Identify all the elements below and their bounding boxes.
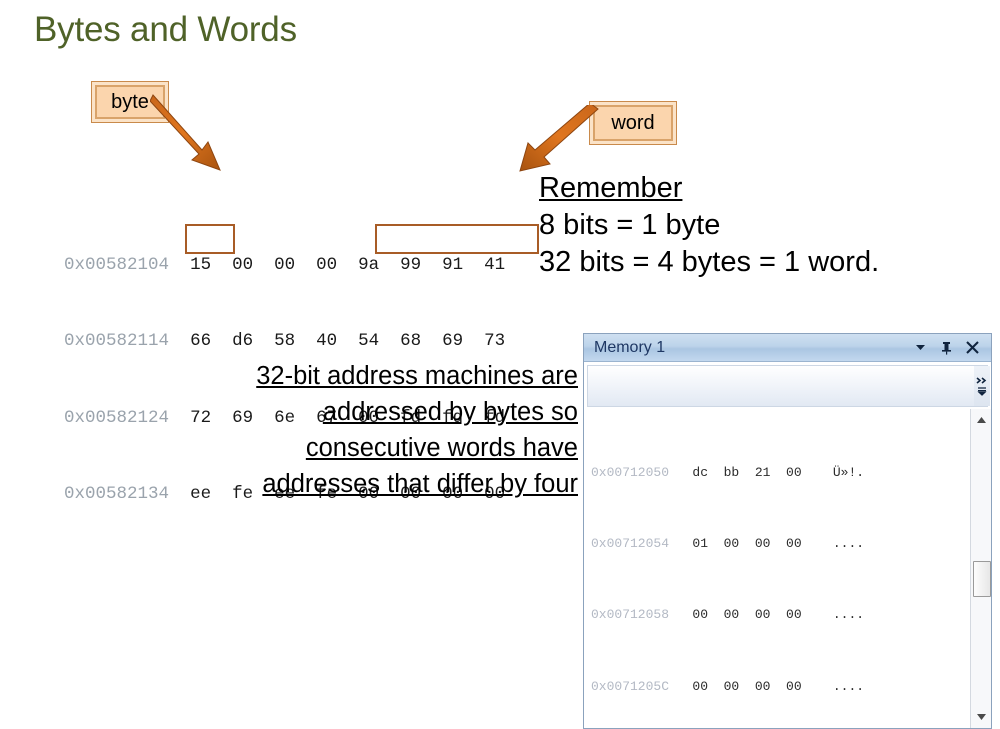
memory-row[interactable]: 0x00712050 dc bb 21 00 Ü»!.	[591, 461, 970, 485]
chevron-down-icon[interactable]	[907, 337, 933, 359]
callout-box-word: word	[590, 102, 676, 144]
memory-row-address: 0x00712050	[591, 464, 670, 480]
remember-line: 32 bits = 4 bytes = 1 word.	[539, 246, 880, 278]
memory-row-ascii: ....	[832, 535, 865, 551]
callout-box-word-label: word	[611, 112, 655, 134]
paragraph-line: consecutive words have	[305, 434, 578, 462]
callout-box-byte: byte	[92, 82, 168, 122]
memory-row-address: 0x00712058	[591, 607, 670, 623]
memory-window-toolbar[interactable]	[587, 365, 990, 407]
highlight-box-word	[375, 224, 539, 254]
paragraph-line: addresses that differ by four	[262, 470, 578, 498]
hex-dump-address: 0x00582114	[64, 331, 170, 351]
callout-box-byte-inner: byte	[95, 85, 165, 119]
hex-dump-row: 0x00582114 66 d6 58 40 54 68 69 73	[22, 304, 505, 351]
memory-row-hex: 01 00 00 00	[692, 535, 802, 551]
pin-icon[interactable]	[933, 337, 959, 359]
hex-dump-bytes-value: 66 d6 58 40 54 68 69 73	[190, 331, 506, 351]
memory-row-ascii: ....	[832, 678, 865, 694]
address-machines-paragraph: 32-bit address machines are addressed by…	[160, 358, 578, 502]
remember-line: 8 bits = 1 byte	[539, 209, 721, 241]
memory-row[interactable]: 0x00712054 01 00 00 00 ....	[591, 532, 970, 556]
memory-row-address: 0x0071205C	[591, 678, 670, 694]
memory-window: Memory 1 0x00712050 dc bb 21 00 Ü»!. 0x0…	[583, 333, 992, 729]
hex-dump-address: 0x00582134	[64, 484, 170, 504]
memory-row-hex: dc bb 21 00	[692, 464, 802, 480]
paragraph-line: addressed by bytes so	[322, 398, 578, 426]
callout-box-word-inner: word	[593, 105, 673, 141]
scroll-up-icon[interactable]	[971, 409, 991, 431]
memory-row-ascii: ....	[832, 607, 865, 623]
memory-row-hex: 00 00 00 00	[692, 607, 802, 623]
memory-vertical-scrollbar[interactable]	[970, 409, 991, 728]
toolbar-overflow-icon[interactable]	[974, 366, 990, 406]
hex-dump-bytes	[169, 255, 190, 275]
close-icon[interactable]	[959, 337, 985, 359]
callout-box-byte-label: byte	[111, 91, 149, 113]
hex-dump-address: 0x00582104	[64, 254, 170, 275]
hex-dump-row: 0x00582104 15 00 00 00 9a 99 91 41	[22, 224, 539, 275]
memory-window-title: Memory 1	[594, 338, 666, 356]
remember-heading: Remember	[539, 172, 683, 204]
scrollbar-thumb[interactable]	[973, 561, 991, 597]
memory-row[interactable]: 0x0071205C 00 00 00 00 ....	[591, 675, 970, 699]
hex-dump-address: 0x00582124	[64, 407, 170, 428]
page-title: Bytes and Words	[34, 10, 297, 49]
scroll-down-icon[interactable]	[971, 706, 991, 728]
memory-row-ascii: Ü»!.	[832, 464, 865, 480]
memory-row-hex: 00 00 00 00	[692, 678, 802, 694]
remember-block: Remember 8 bits = 1 byte 32 bits = 4 byt…	[539, 170, 989, 281]
memory-row[interactable]: 0x00712058 00 00 00 00 ....	[591, 603, 970, 627]
hex-dump-bytes-value: 15 00 00 00 9a 99 91 41	[190, 254, 506, 275]
paragraph-line: 32-bit address machines are	[256, 362, 578, 390]
memory-window-titlebar[interactable]: Memory 1	[584, 334, 991, 362]
memory-window-body: 0x00712050 dc bb 21 00 Ü»!. 0x00712054 0…	[584, 409, 991, 728]
memory-grid[interactable]: 0x00712050 dc bb 21 00 Ü»!. 0x00712054 0…	[584, 409, 970, 728]
memory-row-address: 0x00712054	[591, 535, 670, 551]
highlight-box-byte	[185, 224, 235, 254]
